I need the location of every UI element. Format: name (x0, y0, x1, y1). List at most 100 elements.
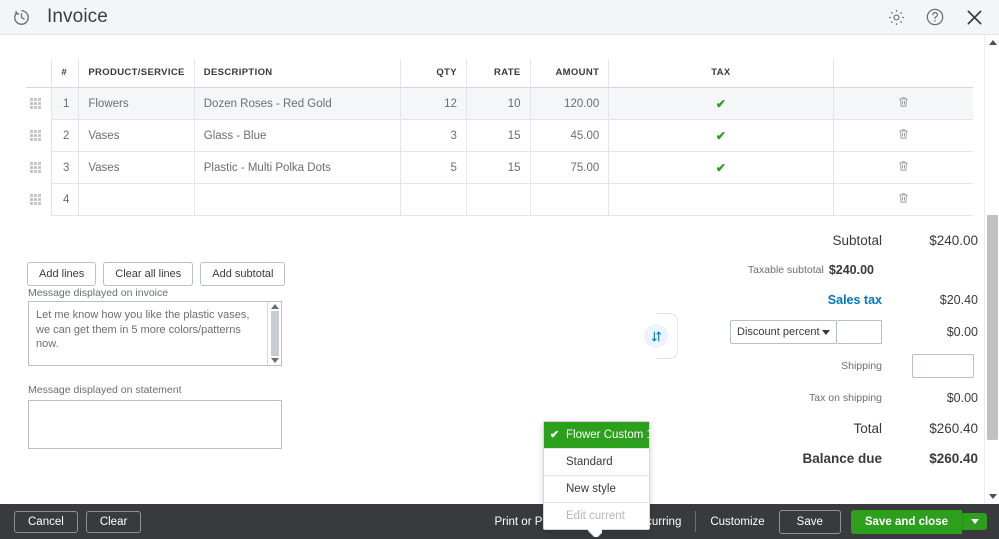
col-product-service: PRODUCT/SERVICE (78, 59, 195, 88)
cell-qty[interactable]: 3 (400, 119, 467, 152)
cell-product-service[interactable] (78, 183, 195, 216)
cell-delete[interactable] (832, 119, 973, 152)
page-scrollbar[interactable] (984, 35, 999, 504)
scrollbar-thumb[interactable] (987, 215, 998, 440)
cell-rate[interactable]: 15 (465, 119, 531, 152)
discount-amount-input[interactable] (837, 320, 882, 344)
row-drag-handle[interactable] (26, 87, 52, 120)
cell-product-service[interactable]: Vases (78, 119, 195, 152)
cell-rate[interactable]: 10 (465, 87, 531, 120)
cell-amount[interactable]: 75.00 (529, 151, 609, 184)
cell-delete[interactable] (832, 183, 973, 216)
table-row[interactable]: 2 Vases Glass - Blue 3 15 45.00 ✔ (26, 119, 973, 152)
customize-menu-item[interactable]: New style (544, 475, 649, 502)
cancel-button[interactable]: Cancel (14, 510, 78, 533)
trash-icon[interactable] (897, 191, 910, 208)
footer-toolbar: Cancel Clear Print or Preview Make recur… (0, 504, 999, 539)
cell-rate[interactable] (465, 183, 531, 216)
trash-icon[interactable] (897, 127, 910, 144)
col-amount: AMOUNT (529, 59, 609, 88)
cell-tax[interactable] (608, 183, 834, 216)
invoice-body: # PRODUCT/SERVICE DESCRIPTION QTY RATE A… (0, 35, 999, 530)
cell-qty[interactable]: 5 (400, 151, 467, 184)
row-drag-handle[interactable] (26, 184, 52, 216)
cell-product-service[interactable]: Flowers (78, 87, 195, 120)
history-clock-icon[interactable] (9, 5, 33, 29)
cell-tax[interactable]: ✔ (608, 151, 834, 184)
cell-tax[interactable]: ✔ (608, 87, 834, 120)
cell-rate[interactable]: 15 (465, 151, 531, 184)
save-and-close-button[interactable]: Save and close (850, 509, 962, 534)
page-title: Invoice (47, 6, 108, 27)
customize-menu-item[interactable]: ✔ Flower Custom 1 (544, 422, 653, 448)
trash-icon[interactable] (897, 159, 910, 176)
scroll-up-arrow-icon[interactable] (270, 304, 279, 309)
save-button[interactable]: Save (778, 509, 841, 534)
table-row[interactable]: 4 (26, 183, 973, 216)
row-drag-handle[interactable] (26, 120, 52, 152)
message-invoice-scrollbar[interactable] (267, 302, 281, 365)
message-statement-label: Message displayed on statement (28, 384, 182, 396)
discount-type-select[interactable]: Discount percent (730, 320, 837, 344)
scroll-thumb[interactable] (270, 311, 279, 356)
message-invoice-field[interactable]: Let me know how you like the plastic vas… (28, 301, 282, 366)
save-and-close-dropdown-button[interactable] (962, 513, 987, 530)
cell-description[interactable]: Glass - Blue (193, 119, 401, 152)
tax-check-icon: ✔ (715, 128, 726, 143)
drag-grip-icon[interactable] (30, 194, 41, 205)
cell-qty[interactable] (400, 183, 467, 216)
cell-amount[interactable] (529, 183, 609, 216)
customize-menu-item-label: Edit current (566, 510, 625, 522)
trash-icon[interactable] (897, 95, 910, 112)
scroll-down-arrow-icon[interactable] (270, 358, 279, 363)
clear-all-lines-button[interactable]: Clear all lines (103, 262, 194, 287)
gear-icon[interactable] (885, 6, 907, 28)
discount-type-value: Discount percent (737, 326, 820, 338)
table-row[interactable]: 3 Vases Plastic - Multi Polka Dots 5 15 75.00… (26, 151, 973, 184)
drag-grip-icon[interactable] (30, 130, 41, 141)
cell-number[interactable]: 3 (51, 151, 79, 184)
total-label: Total (853, 420, 882, 436)
close-x-icon[interactable] (963, 6, 985, 28)
cell-tax[interactable]: ✔ (608, 119, 834, 152)
taxable-subtotal-label: Taxable subtotal (747, 264, 824, 276)
scrollbar-up-arrow-icon[interactable] (985, 35, 999, 50)
message-invoice-text[interactable]: Let me know how you like the plastic vas… (29, 302, 267, 365)
swap-up-down-arrows-icon[interactable] (644, 324, 668, 348)
cell-description[interactable]: Dozen Roses - Red Gold (193, 87, 401, 120)
scrollbar-down-arrow-icon[interactable] (985, 489, 999, 504)
message-statement-field[interactable] (28, 400, 282, 449)
drag-grip-icon[interactable] (30, 98, 41, 110)
balance-due-row: Balance due $260.40 (638, 443, 978, 473)
balance-due-label: Balance due (802, 450, 882, 466)
help-circle-icon[interactable] (924, 6, 946, 28)
clear-button[interactable]: Clear (85, 510, 142, 533)
cell-number[interactable]: 4 (51, 183, 79, 216)
sales-tax-link[interactable]: Sales tax (828, 293, 882, 307)
chevron-down-icon (971, 519, 979, 524)
cell-product-service[interactable]: Vases (78, 151, 195, 184)
cell-amount[interactable]: 120.00 (529, 87, 609, 120)
customize-menu-item[interactable]: Standard (544, 448, 649, 475)
col-tax: TAX (608, 59, 834, 88)
col-rate: RATE (465, 59, 531, 88)
drag-grip-icon[interactable] (30, 162, 41, 173)
table-row[interactable]: 1 Flowers Dozen Roses - Red Gold 12 10 120.00… (26, 87, 973, 120)
cell-description[interactable]: Plastic - Multi Polka Dots (193, 151, 401, 184)
customize-menu-item: Edit current (544, 502, 649, 529)
cell-number[interactable]: 1 (51, 87, 79, 120)
customize-menu-items: ✔ Flower Custom 1 Standard New style Edit cu… (544, 422, 653, 529)
add-lines-button[interactable]: Add lines (27, 262, 97, 287)
cell-delete[interactable] (832, 87, 973, 120)
shipping-input[interactable] (912, 354, 974, 378)
cell-delete[interactable] (832, 151, 973, 184)
col-qty: QTY (400, 59, 467, 88)
customize-button[interactable]: Customize (695, 511, 778, 532)
cell-qty[interactable]: 12 (400, 87, 467, 120)
cell-description[interactable] (193, 183, 401, 216)
cell-number[interactable]: 2 (51, 119, 79, 152)
subtotal-value: $240.00 (929, 232, 978, 248)
add-subtotal-button[interactable]: Add subtotal (200, 262, 286, 287)
cell-amount[interactable]: 45.00 (529, 119, 609, 152)
row-drag-handle[interactable] (26, 152, 52, 184)
